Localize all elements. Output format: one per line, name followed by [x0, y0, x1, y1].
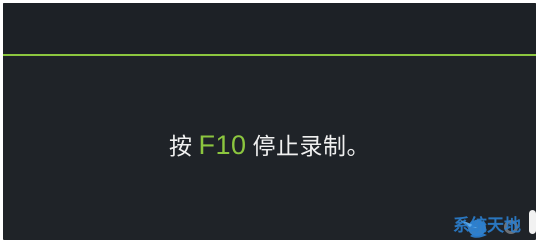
stop-recording-hint: 按 F10 停止录制。	[3, 127, 536, 165]
accent-divider	[3, 54, 536, 56]
hotkey-label: F10	[198, 130, 247, 160]
overlay-header-band	[3, 3, 536, 54]
hint-prefix: 按	[168, 134, 193, 160]
hint-suffix: 停止录制。	[252, 134, 371, 160]
game-bar-recording-overlay: 按 F10 停止录制。	[3, 3, 536, 240]
watermark-text: 系统天地	[453, 216, 521, 236]
bar-handle-icon	[529, 210, 536, 234]
